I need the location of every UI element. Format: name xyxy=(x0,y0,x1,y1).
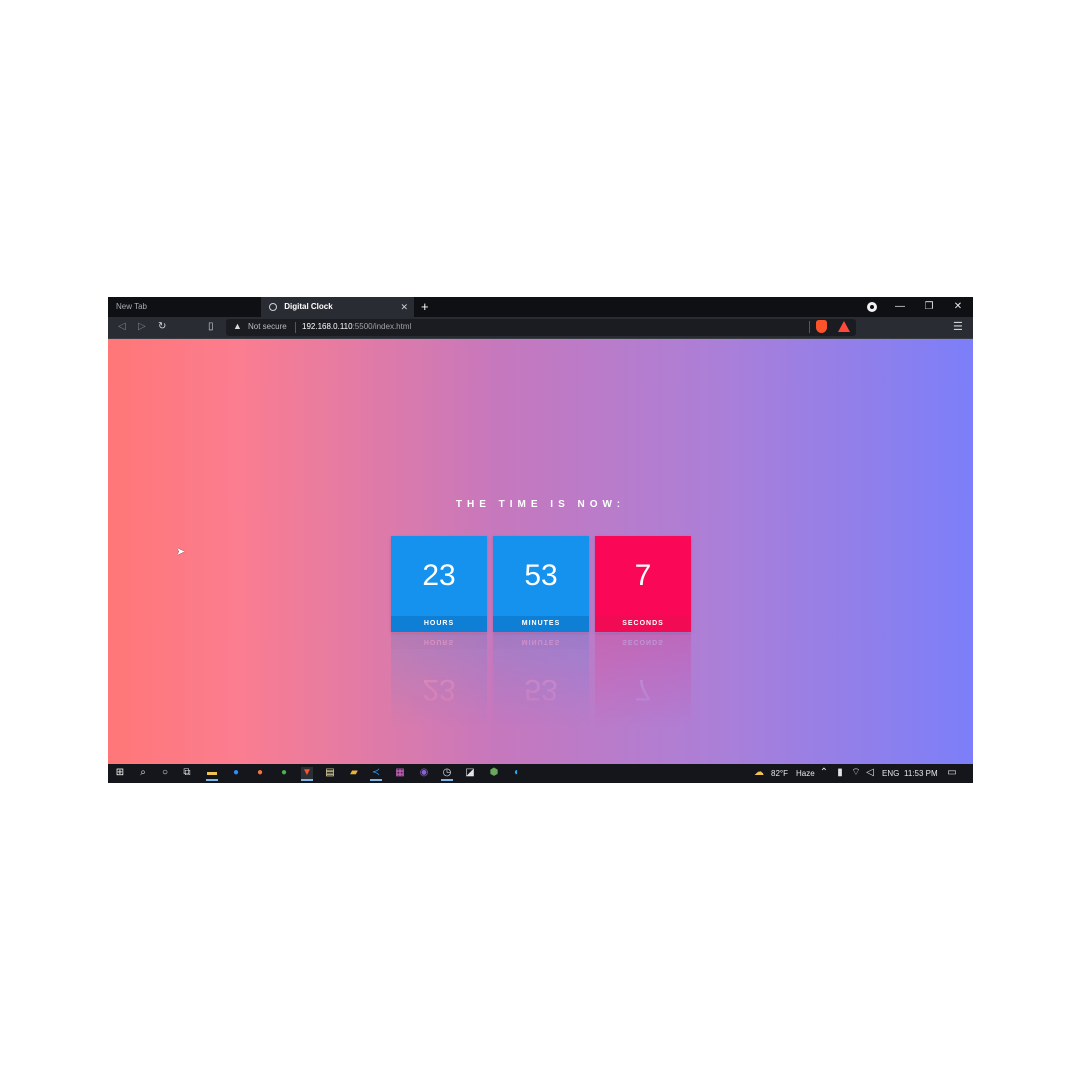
sublime-icon[interactable]: ▰ xyxy=(348,767,360,779)
page-content: THE TIME IS NOW: 23 HOURS 23 HOURS 53 MI… xyxy=(108,339,973,764)
url-path: :5500/index.html xyxy=(352,322,412,331)
seconds-reflection-label: SECONDS xyxy=(595,633,691,649)
wifi-icon[interactable]: ⌔ xyxy=(850,767,862,779)
hours-card: 23 HOURS xyxy=(391,536,487,632)
browser-window: New Tab Digital Clock ✕ + — ❐ ✕ ◁ ▷ ↻ ▯ … xyxy=(108,297,973,783)
hours-label: HOURS xyxy=(391,616,487,632)
chrome-icon[interactable]: ● xyxy=(278,767,290,779)
hours-unit: 23 HOURS 23 HOURS xyxy=(391,536,487,729)
seconds-reflection: 7 SECONDS xyxy=(595,633,691,729)
search-icon[interactable]: ⌕ xyxy=(137,767,149,779)
weather-description[interactable]: Haze xyxy=(796,768,815,779)
taskbar-clock[interactable]: 11:53 PM xyxy=(904,768,938,779)
windows-taskbar: ⊞ ⌕ ○ ⧉ ▬ ● ● ● ▼ ▤ ▰ ≺ ▦ ◉ ◷ ◪ ⬢ ◐ ☁ 82… xyxy=(108,764,973,783)
divider xyxy=(295,322,296,333)
tab-new-tab[interactable]: New Tab xyxy=(108,297,260,317)
restore-button[interactable]: ❐ xyxy=(919,297,939,317)
weather-temperature[interactable]: 82°F xyxy=(771,768,788,779)
security-label[interactable]: Not secure xyxy=(248,322,287,331)
browser-toolbar: ◁ ▷ ↻ ▯ ▲ Not secure 192.168.0.110:5500/… xyxy=(108,317,973,339)
hours-value: 23 xyxy=(422,559,456,592)
divider xyxy=(809,321,810,333)
reload-icon[interactable]: ↻ xyxy=(158,320,166,334)
minutes-value: 53 xyxy=(524,559,558,592)
tab-strip: New Tab Digital Clock ✕ + — ❐ ✕ xyxy=(108,297,973,317)
tab-digital-clock[interactable]: Digital Clock ✕ xyxy=(261,297,414,317)
mouse-cursor-icon: ➤ xyxy=(176,546,186,558)
close-tab-icon[interactable]: ✕ xyxy=(400,297,408,317)
tab-title: Digital Clock xyxy=(284,302,333,311)
nodejs-icon[interactable]: ⬢ xyxy=(488,767,500,779)
chevron-up-icon[interactable]: ⌃ xyxy=(818,767,830,779)
start-icon[interactable]: ⊞ xyxy=(114,767,126,779)
profile-icon[interactable] xyxy=(867,302,877,312)
seconds-label: SECONDS xyxy=(595,616,691,632)
cortana-icon[interactable]: ○ xyxy=(159,767,171,779)
language-indicator[interactable]: ENG xyxy=(882,768,899,779)
minutes-label: MINUTES xyxy=(493,616,589,632)
app-icon[interactable]: ◉ xyxy=(418,767,430,779)
minutes-card: 53 MINUTES xyxy=(493,536,589,632)
digital-clock: 23 HOURS 23 HOURS 53 MINUTES 53 MINUTES xyxy=(391,536,691,736)
clock-app-icon[interactable]: ◷ xyxy=(441,767,453,781)
seconds-card: 7 SECONDS xyxy=(595,536,691,632)
page-headline: THE TIME IS NOW: xyxy=(455,499,626,510)
url-host: 192.168.0.110 xyxy=(302,322,353,331)
minutes-reflection-value: 53 xyxy=(524,673,558,706)
minimize-button[interactable]: — xyxy=(890,297,910,317)
firefox-icon[interactable]: ● xyxy=(254,767,266,779)
app-icon[interactable]: ◪ xyxy=(464,767,476,779)
hours-reflection: 23 HOURS xyxy=(391,633,487,729)
edge-icon[interactable]: ◐ xyxy=(511,767,523,779)
microphone-icon[interactable]: ▮ xyxy=(834,767,846,779)
zoom-icon[interactable]: ● xyxy=(230,767,242,779)
seconds-unit: 7 SECONDS 7 SECONDS xyxy=(595,536,691,729)
close-window-button[interactable]: ✕ xyxy=(948,297,968,317)
tab-title: New Tab xyxy=(116,302,147,311)
notepad-icon[interactable]: ▤ xyxy=(324,767,336,779)
bookmark-icon[interactable]: ▯ xyxy=(208,320,214,334)
app-icon[interactable]: ▦ xyxy=(394,767,406,779)
hours-reflection-value: 23 xyxy=(422,673,456,706)
minutes-reflection-label: MINUTES xyxy=(493,633,589,649)
minutes-reflection: 53 MINUTES xyxy=(493,633,589,729)
brave-shields-icon[interactable] xyxy=(816,320,827,333)
file-explorer-icon[interactable]: ▬ xyxy=(206,767,218,781)
url-text[interactable]: 192.168.0.110:5500/index.html xyxy=(302,322,411,331)
vscode-icon[interactable]: ≺ xyxy=(370,767,382,781)
weather-icon[interactable]: ☁ xyxy=(753,767,765,779)
seconds-reflection-value: 7 xyxy=(634,673,652,706)
minutes-unit: 53 MINUTES 53 MINUTES xyxy=(493,536,589,729)
new-tab-button[interactable]: + xyxy=(421,297,429,316)
forward-icon[interactable]: ▷ xyxy=(138,320,146,334)
hours-reflection-label: HOURS xyxy=(391,633,487,649)
task-view-icon[interactable]: ⧉ xyxy=(181,767,193,779)
address-bar[interactable]: ▲ Not secure 192.168.0.110:5500/index.ht… xyxy=(226,319,856,336)
back-icon[interactable]: ◁ xyxy=(118,320,126,334)
notifications-icon[interactable]: ▭ xyxy=(946,767,958,779)
warning-icon: ▲ xyxy=(233,321,242,331)
globe-icon xyxy=(269,303,277,311)
brave-icon[interactable]: ▼ xyxy=(301,767,313,781)
brave-rewards-icon[interactable] xyxy=(838,321,850,332)
menu-icon[interactable]: ☰ xyxy=(953,320,963,333)
seconds-value: 7 xyxy=(634,559,652,592)
speaker-icon[interactable]: ◁ xyxy=(864,767,876,779)
